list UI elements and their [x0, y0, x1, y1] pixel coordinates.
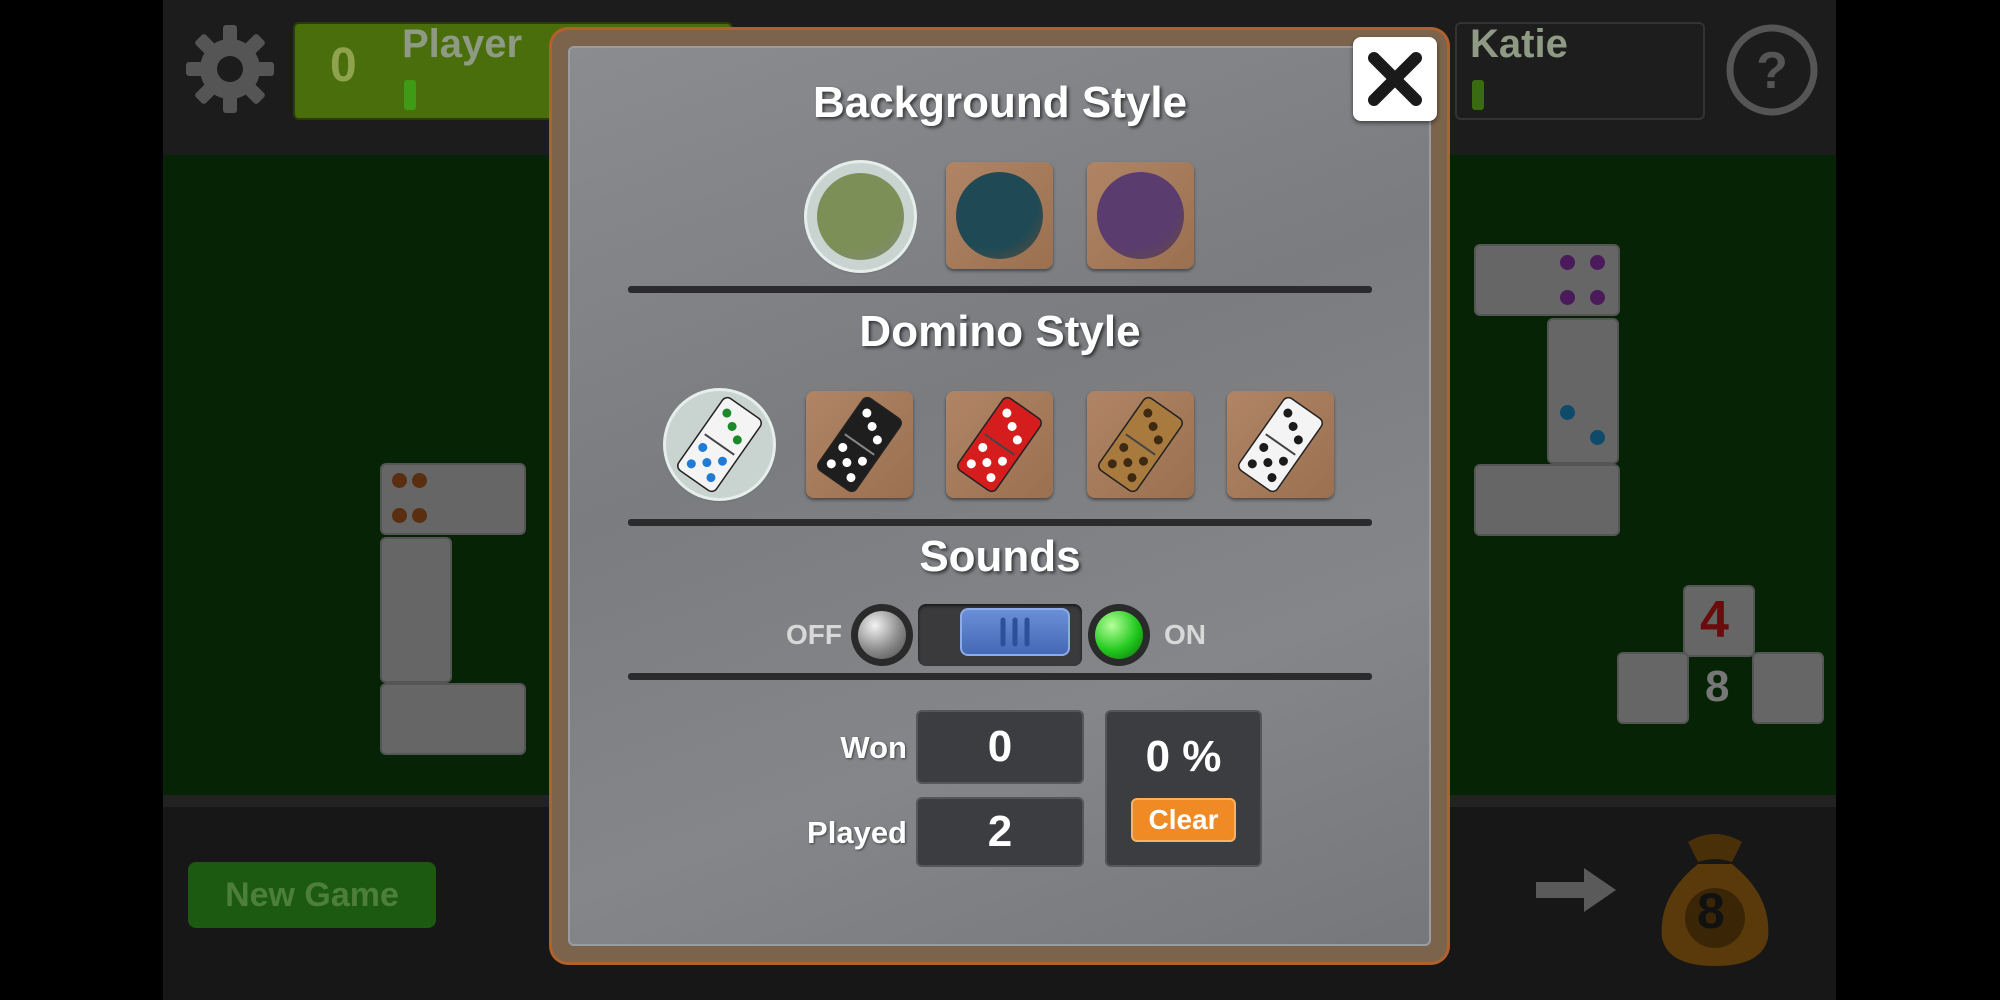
domino-style-title: Domino Style: [859, 307, 1141, 356]
domino-wood-icon: [1098, 396, 1183, 493]
domino-option-white-colored-pips[interactable]: [666, 391, 773, 498]
board-domino: [1547, 318, 1619, 464]
svg-text:?: ?: [1756, 42, 1788, 100]
domino-white-black-icon: [1238, 396, 1323, 493]
divider: [628, 673, 1372, 680]
domino-option-black[interactable]: [806, 391, 913, 498]
domino-red-icon: [957, 396, 1042, 493]
domino-option-red[interactable]: [946, 391, 1053, 498]
number-tile: [1617, 652, 1689, 724]
number-tile: [1752, 652, 1824, 724]
sound-off-label: OFF: [786, 619, 842, 650]
board-pip: [1590, 430, 1605, 445]
board-pip: [1590, 255, 1605, 270]
side-center-number: 8: [1705, 662, 1730, 711]
board-domino: [1474, 464, 1620, 536]
board-pip: [1560, 255, 1575, 270]
opponent-progress-bar: [1472, 80, 1484, 110]
clear-stats-button[interactable]: Clear: [1131, 798, 1236, 842]
new-game-button[interactable]: New Game: [188, 862, 436, 928]
domino-option-wood[interactable]: [1087, 391, 1194, 498]
won-label: Won: [840, 730, 907, 765]
background-swatch-teal: [956, 172, 1043, 259]
divider: [628, 519, 1372, 526]
sound-off-indicator: [851, 604, 913, 666]
domino-white-colored-icon: [677, 396, 762, 493]
background-option-purple[interactable]: [1087, 162, 1194, 269]
played-value: 2: [916, 797, 1084, 867]
help-icon[interactable]: ?: [1724, 22, 1820, 118]
sound-toggle-thumb[interactable]: [960, 608, 1070, 656]
background-swatch-purple: [1097, 172, 1184, 259]
board-pip: [1590, 290, 1605, 305]
won-value: 0: [916, 710, 1084, 784]
domino-option-white-black-pips[interactable]: [1227, 391, 1334, 498]
board-domino: [380, 537, 452, 683]
board-pip: [412, 473, 427, 488]
board-pip: [392, 508, 407, 523]
player-name: Player: [402, 22, 523, 66]
opponent-name: Katie: [1470, 22, 1568, 66]
board-pip: [1560, 290, 1575, 305]
background-option-green[interactable]: [807, 163, 914, 270]
background-swatch-green: [817, 173, 904, 260]
side-top-number: 4: [1700, 591, 1729, 649]
board-domino: [380, 683, 526, 755]
board-pip: [412, 508, 427, 523]
win-percent: 0 %: [1145, 732, 1222, 781]
background-option-teal[interactable]: [946, 162, 1053, 269]
domino-black-icon: [817, 396, 902, 493]
win-percent-panel: 0 % Clear: [1105, 710, 1262, 867]
sound-on-label: ON: [1164, 619, 1206, 650]
board-pip: [392, 473, 407, 488]
divider: [628, 286, 1372, 293]
player-score: 0: [330, 39, 357, 92]
arrow-right-icon: [1536, 868, 1616, 917]
background-style-title: Background Style: [812, 78, 1188, 127]
player-progress-bar: [404, 80, 416, 110]
played-label: Played: [807, 815, 907, 850]
sound-on-indicator: [1088, 604, 1150, 666]
sound-toggle[interactable]: [918, 604, 1082, 666]
settings-gear-icon[interactable]: [183, 22, 277, 116]
boneyard-count: 8: [1697, 883, 1725, 939]
board-pip: [1560, 405, 1575, 420]
sounds-title: Sounds: [919, 532, 1081, 581]
